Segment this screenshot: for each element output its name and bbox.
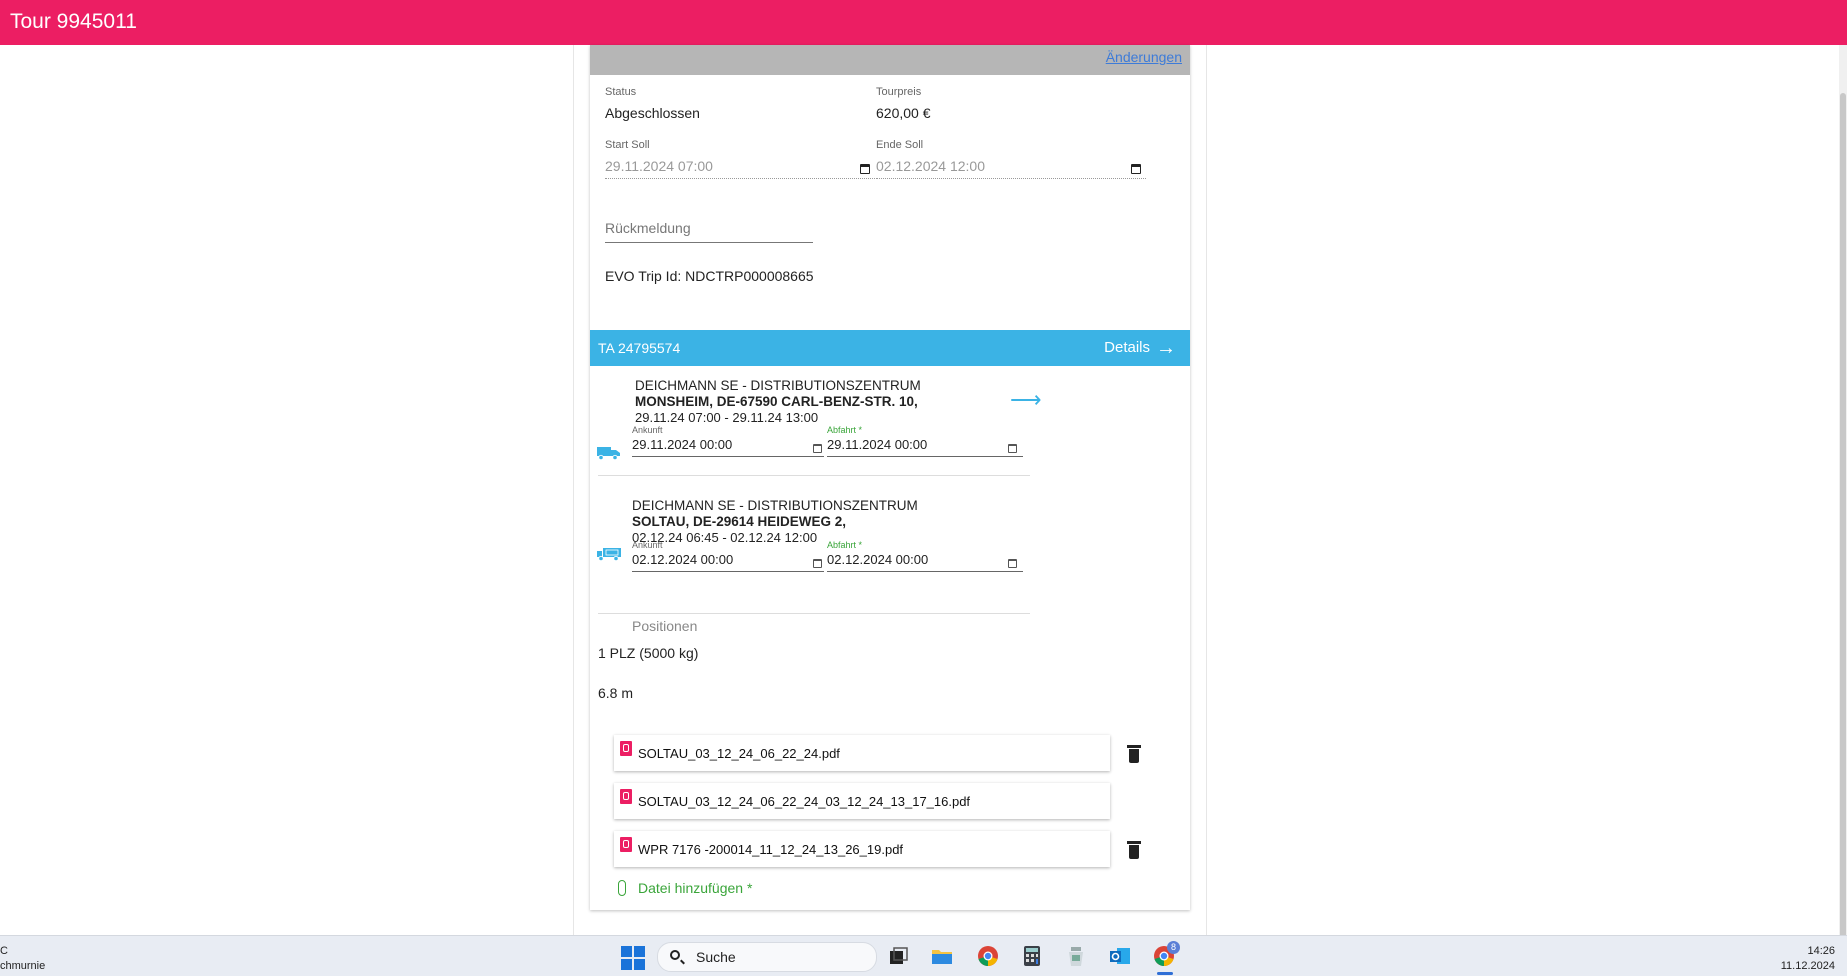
order-header: TA 24795574 Details → [590,330,1190,366]
status-value: Abgeschlossen [605,105,700,121]
file-name[interactable]: WPR 7176 -200014_11_12_24_13_26_19.pdf [638,842,903,857]
add-file-button[interactable]: Datei hinzufügen * [618,880,752,896]
clock-time[interactable]: 14:26 [1807,945,1835,957]
taskbar-search[interactable]: Suche [657,942,877,972]
stop-2-address: SOLTAU, DE-29614 HEIDEWEG 2, [632,514,847,529]
card-header: Änderungen [590,45,1190,75]
end-date-field[interactable]: 02.12.2024 12:00 [876,156,1146,179]
trash-icon[interactable] [1127,745,1141,763]
divider [598,613,1030,614]
stop-1-departure-label: Abfahrt * [827,425,863,435]
stop-1-address: MONSHEIM, DE-67590 CARL-BENZ-STR. 10, [635,394,918,409]
calendar-icon[interactable] [1131,164,1141,174]
file-item[interactable]: SOLTAU_03_12_24_06_22_24_03_12_24_13_17_… [614,783,1110,819]
stop-2-departure-value: 02.12.2024 00:00 [827,552,929,567]
file-item[interactable]: WPR 7176 -200014_11_12_24_13_26_19.pdf [614,831,1110,867]
file-name[interactable]: SOLTAU_03_12_24_06_22_24.pdf [638,746,840,761]
chrome-icon[interactable] [977,945,999,967]
paperclip-icon [618,880,626,896]
order-id: TA 24795574 [598,340,681,356]
pdf-icon [620,837,632,852]
taskbar-left-text: C [0,945,8,957]
stop-2-arrival-value: 02.12.2024 00:00 [632,552,734,567]
start-label: Start Soll [605,139,650,151]
tour-card: Änderungen Status Abgeschlossen Tourprei… [590,45,1190,910]
feedback-input[interactable]: Rückmeldung [605,220,813,243]
end-date-value: 02.12.2024 12:00 [876,158,985,174]
file-explorer-icon[interactable] [931,945,953,967]
status-label: Status [605,86,637,98]
search-label: Suche [696,949,736,965]
notification-badge: 8 [1167,941,1180,954]
stop-1-arrival-value: 29.11.2024 00:00 [632,437,733,452]
stop-1-name: DEICHMANN SE - DISTRIBUTIONSZENTRUM [635,378,921,393]
calendar-icon[interactable] [1008,559,1017,568]
price-value: 620,00 € [876,105,931,121]
trash-icon[interactable] [1127,841,1141,859]
price-label: Tourpreis [876,86,922,98]
taskbar: C chmurnie Suche 8 14:26 11.12.2024 [0,935,1847,976]
calculator-icon[interactable] [1021,945,1043,967]
stop-1-arrival-field[interactable]: 29.11.2024 00:00 [632,436,824,457]
truck-icon [597,447,620,460]
feedback-placeholder: Rückmeldung [605,220,691,236]
stop-2-departure-label: Abfahrt * [827,540,863,550]
position-item: 6.8 m [598,685,634,701]
arrow-right-icon: → [1156,336,1176,359]
scrollbar-thumb[interactable] [1840,93,1846,963]
app-icon[interactable] [1065,945,1087,967]
stop-1-window: 29.11.24 07:00 - 29.11.24 13:00 [635,410,819,425]
calendar-icon[interactable] [1008,444,1017,453]
end-label: Ende Soll [876,139,924,151]
taskbar-left-subtext: chmurnie [0,960,46,972]
changes-link[interactable]: Änderungen [1106,49,1182,65]
arrow-right-icon: ⟶ [1010,387,1042,412]
positions-label: Positionen [632,618,698,634]
pdf-icon [620,741,632,756]
truck-icon [597,548,621,561]
stop-1-departure-field[interactable]: 29.11.2024 00:00 [827,436,1023,457]
details-label: Details [1104,339,1150,356]
clock-date[interactable]: 11.12.2024 [1781,960,1835,972]
calendar-icon[interactable] [860,164,870,174]
stop-2-arrival-label: Ankunft [632,540,663,550]
position-item: 1 PLZ (5000 kg) [598,645,699,661]
file-item[interactable]: SOLTAU_03_12_24_06_22_24.pdf [614,735,1110,771]
search-icon [670,950,680,960]
divider [598,475,1030,476]
evo-trip-id: EVO Trip Id: NDCTRP000008665 [605,268,814,284]
start-date-field[interactable]: 29.11.2024 07:00 [605,156,875,179]
stop-1-arrival-label: Ankunft [632,425,663,435]
page-title: Tour 9945011 [10,10,137,33]
calendar-icon[interactable] [813,444,822,453]
start-date-value: 29.11.2024 07:00 [605,158,713,174]
pdf-icon [620,789,632,804]
add-file-label: Datei hinzufügen * [638,880,753,896]
windows-start-icon[interactable] [621,946,645,970]
scrollbar[interactable] [1839,45,1847,963]
stop-2-arrival-field[interactable]: 02.12.2024 00:00 [632,551,824,572]
details-button[interactable]: Details → [1104,336,1176,359]
stop-2-name: DEICHMANN SE - DISTRIBUTIONSZENTRUM [632,498,918,513]
app-header: Tour 9945011 [0,0,1847,45]
calendar-icon[interactable] [813,559,822,568]
outlook-icon[interactable] [1109,945,1131,967]
stop-1-departure-value: 29.11.2024 00:00 [827,437,928,452]
stop-2-departure-field[interactable]: 02.12.2024 00:00 [827,551,1023,572]
file-name[interactable]: SOLTAU_03_12_24_06_22_24_03_12_24_13_17_… [638,794,970,809]
task-view-icon[interactable] [887,945,909,967]
